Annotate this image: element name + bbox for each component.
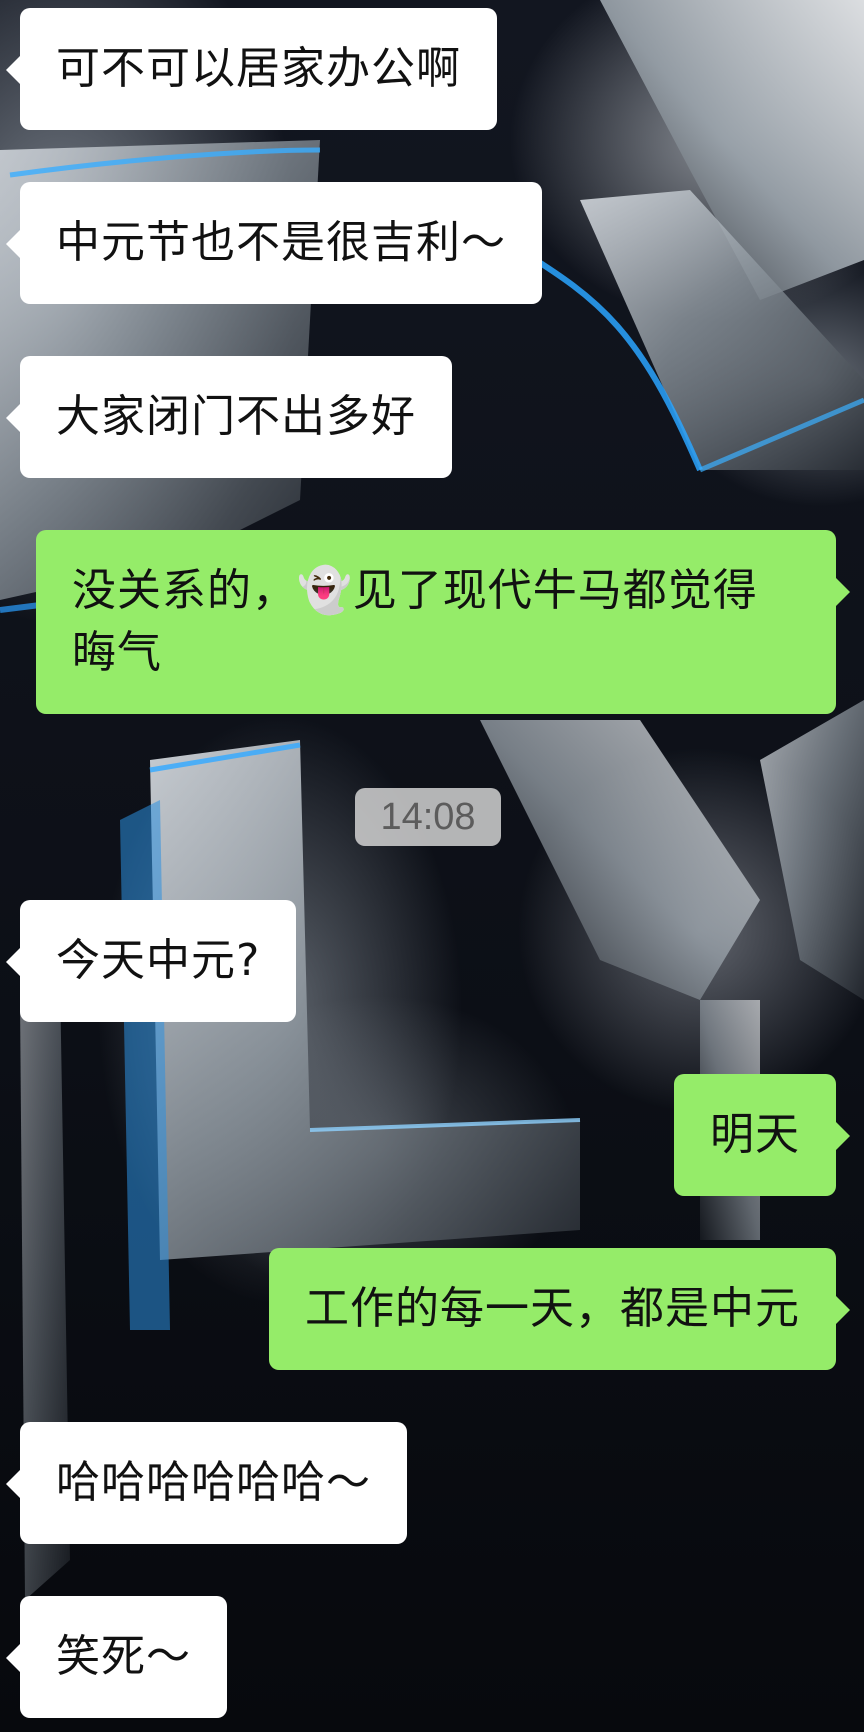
incoming-message-bubble[interactable]: 大家闭门不出多好	[6, 356, 452, 478]
message-timestamp: 14:08	[355, 788, 501, 846]
outgoing-message-bubble[interactable]: 工作的每一天，都是中元	[269, 1248, 850, 1370]
message-text: 工作的每一天，都是中元	[305, 1283, 800, 1334]
incoming-message-bubble[interactable]: 今天中元?	[5, 900, 297, 1022]
chat-message-list[interactable]: 可不可以居家办公啊 中元节也不是很吉利～ 大家闭门不出多好 没关系的，👻见了现代…	[0, 0, 864, 1732]
message-text: 哈哈哈哈哈哈～	[56, 1457, 371, 1508]
incoming-message-bubble[interactable]: 中元节也不是很吉利～	[6, 182, 542, 304]
message-text: 明天	[710, 1109, 800, 1160]
message-text: 今天中元?	[56, 935, 261, 986]
incoming-message-bubble[interactable]: 哈哈哈哈哈哈～	[6, 1422, 407, 1544]
message-text: 笑死～	[56, 1631, 191, 1682]
message-text: 中元节也不是很吉利～	[56, 217, 506, 268]
message-text: 没关系的，👻见了现代牛马都觉得晦气	[72, 565, 758, 678]
message-text: 可不可以居家办公啊	[56, 43, 461, 94]
incoming-message-bubble[interactable]: 笑死～	[6, 1596, 227, 1718]
outgoing-message-bubble[interactable]: 明天	[674, 1074, 850, 1196]
outgoing-message-bubble[interactable]: 没关系的，👻见了现代牛马都觉得晦气	[36, 530, 850, 714]
incoming-message-bubble[interactable]: 可不可以居家办公啊	[6, 8, 497, 130]
message-text: 大家闭门不出多好	[56, 391, 416, 442]
